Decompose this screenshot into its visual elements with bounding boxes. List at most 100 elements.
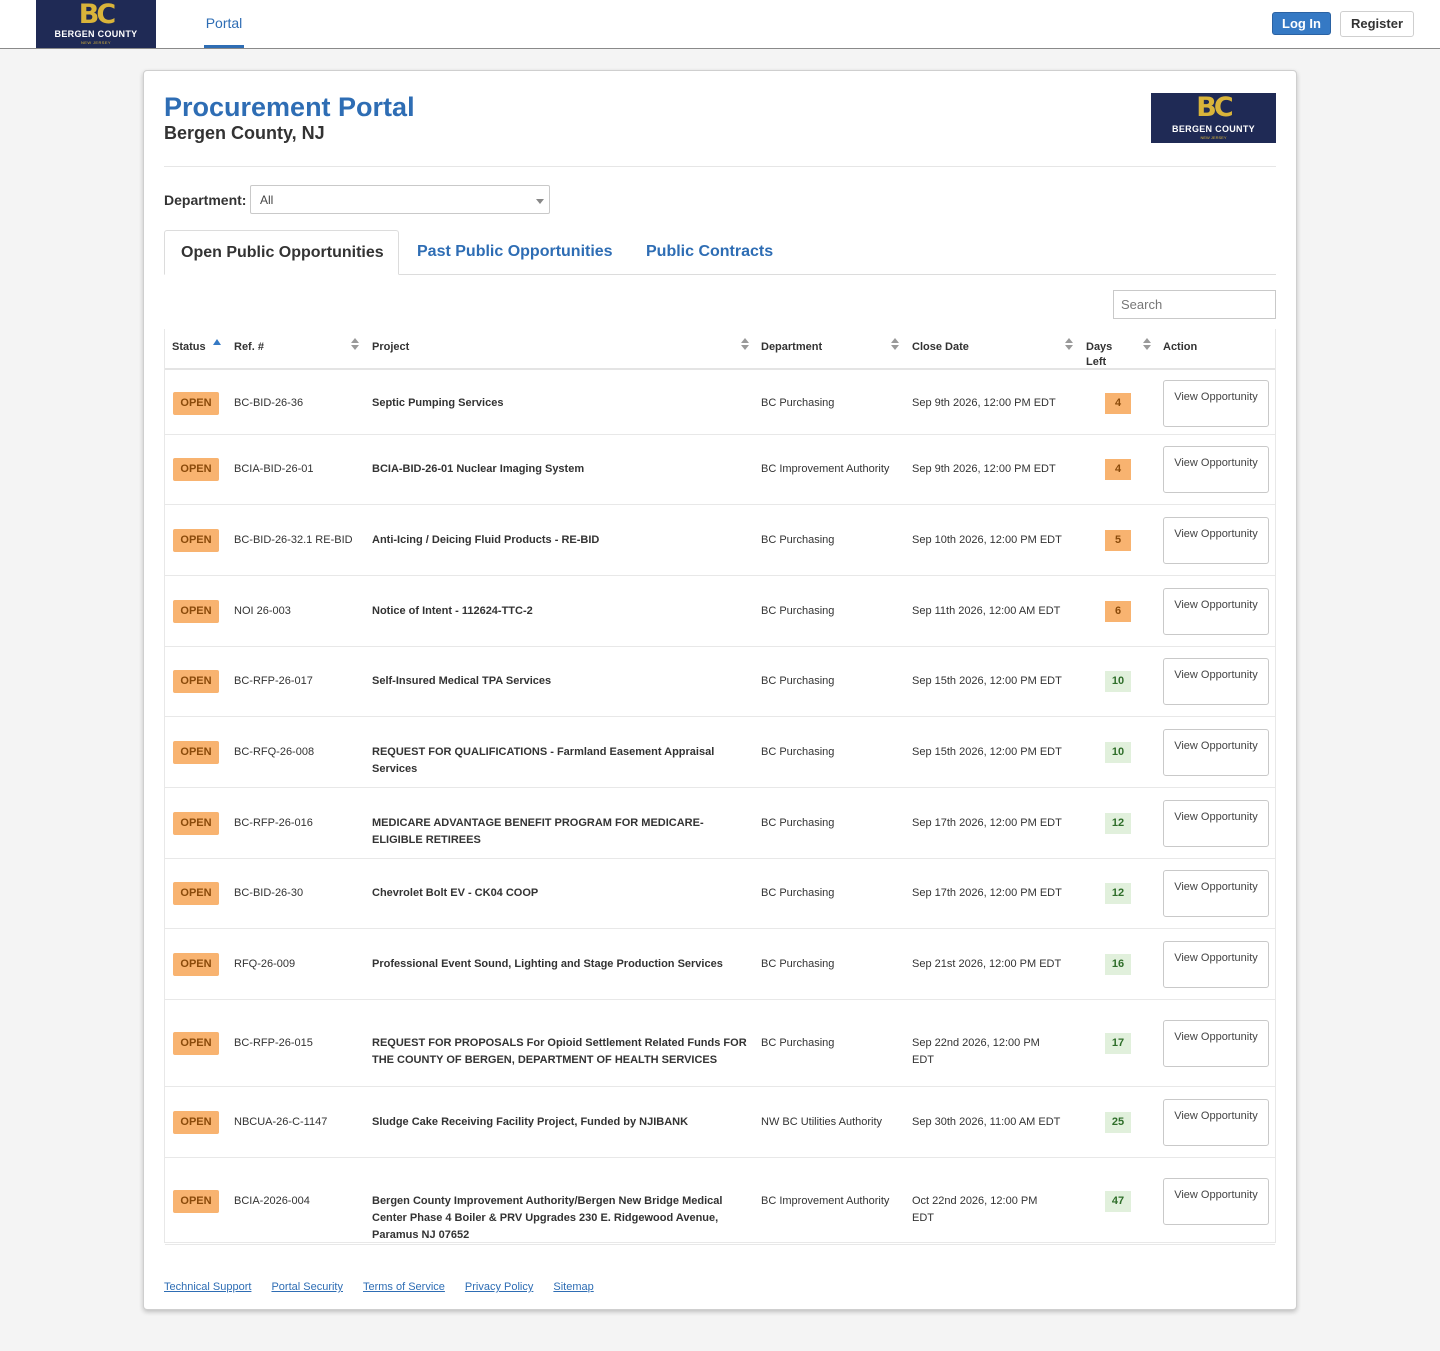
close-date: Sep 11th 2026, 12:00 AM EDT xyxy=(912,605,1061,617)
department-name: NW BC Utilities Authority xyxy=(761,1116,883,1128)
tab-public-contracts[interactable]: Public Contracts xyxy=(646,230,773,275)
footer-link-portal-security[interactable]: Portal Security xyxy=(271,1281,343,1293)
sort-icon[interactable] xyxy=(1143,338,1151,352)
view-opportunity-button[interactable]: View Opportunity xyxy=(1163,1099,1269,1146)
sort-icon[interactable] xyxy=(891,338,899,352)
ref-number: RFQ-26-009 xyxy=(234,958,296,970)
department-name: BC Purchasing xyxy=(761,534,835,546)
status-badge: OPEN xyxy=(173,1032,219,1055)
sort-ascending-icon[interactable] xyxy=(213,339,221,345)
status-badge: OPEN xyxy=(173,529,219,552)
view-opportunity-button[interactable]: View Opportunity xyxy=(1163,517,1269,564)
project-title: Bergen County Improvement Authority/Berg… xyxy=(372,1195,723,1241)
ref-number: BC-BID-26-36 xyxy=(234,397,304,409)
project-title: REQUEST FOR PROPOSALS For Opioid Settlem… xyxy=(372,1037,747,1066)
close-date: Sep 17th 2026, 12:00 PM EDT xyxy=(912,887,1062,899)
department-name: BC Purchasing xyxy=(761,605,835,617)
view-opportunity-button[interactable]: View Opportunity xyxy=(1163,729,1269,776)
department-name: BC Improvement Authority xyxy=(761,1195,890,1207)
nav-tab-portal[interactable]: Portal xyxy=(204,0,244,48)
ref-number: BC-BID-26-30 xyxy=(234,887,304,899)
project-title: Septic Pumping Services xyxy=(372,397,504,409)
ref-number: NBCUA-26-C-1147 xyxy=(234,1116,328,1128)
tab-past-public-opportunities[interactable]: Past Public Opportunities xyxy=(417,230,613,275)
opportunities-table: Status Ref. # Project Department Close D… xyxy=(164,329,1276,1245)
project-title: Notice of Intent - 112624-TTC-2 xyxy=(372,605,533,617)
footer-link-terms-of-service[interactable]: Terms of Service xyxy=(363,1281,445,1293)
login-button[interactable]: Log In xyxy=(1272,12,1331,35)
department-name: BC Purchasing xyxy=(761,746,835,758)
department-name: BC Purchasing xyxy=(761,887,835,899)
table-row: OPEN NBCUA-26-C-1147 Sludge Cake Receiving… xyxy=(165,1087,1275,1158)
table-row: OPEN BCIA-2026-004 Bergen County Improveme… xyxy=(165,1158,1275,1245)
close-date: Sep 21st 2026, 12:00 PM EDT xyxy=(912,958,1062,970)
table-row: OPEN BC-BID-26-32.1 RE-BID Anti-Icing / De… xyxy=(165,505,1275,576)
page-subtitle: Bergen County, NJ xyxy=(164,123,325,143)
table-row: OPEN BC-RFP-26-016 MEDICARE ADVANTAGE BENE… xyxy=(165,788,1275,859)
status-badge: OPEN xyxy=(173,600,219,623)
column-header-department[interactable]: Department xyxy=(761,340,822,355)
main-card: Procurement Portal Bergen County, NJ BC … xyxy=(143,70,1297,1310)
table-row: OPEN RFQ-26-009 Professional Event Sound, … xyxy=(165,929,1275,1000)
footer-link-sitemap[interactable]: Sitemap xyxy=(553,1281,593,1293)
ref-number: BC-RFQ-26-008 xyxy=(234,746,315,758)
logo-name: BERGEN COUNTY xyxy=(54,29,138,39)
column-header-ref[interactable]: Ref. # xyxy=(234,340,264,355)
project-title: Professional Event Sound, Lighting and S… xyxy=(372,958,723,970)
sort-icon[interactable] xyxy=(741,338,749,352)
days-left-badge: 12 xyxy=(1105,883,1131,904)
department-name: BC Purchasing xyxy=(761,1037,835,1049)
department-select[interactable]: All xyxy=(250,185,550,214)
sort-icon[interactable] xyxy=(1065,338,1073,352)
footer-link-technical-support[interactable]: Technical Support xyxy=(164,1281,251,1293)
days-left-badge: 47 xyxy=(1105,1191,1131,1212)
days-left-badge: 10 xyxy=(1105,742,1131,763)
ref-number: NOI 26-003 xyxy=(234,605,291,617)
status-badge: OPEN xyxy=(173,392,219,415)
project-title: REQUEST FOR QUALIFICATIONS - Farmland Ea… xyxy=(372,746,715,775)
department-name: BC Purchasing xyxy=(761,817,835,829)
column-header-days-left[interactable]: Days Left xyxy=(1086,340,1120,370)
logo-sub: NEW JERSEY xyxy=(80,40,111,45)
table-row: OPEN BCIA-BID-26-01 BCIA-BID-26-01 Nuclear… xyxy=(165,435,1275,505)
chevron-down-icon xyxy=(536,199,544,204)
sort-icon[interactable] xyxy=(351,338,359,352)
close-date: Sep 22nd 2026, 12:00 PM EDT xyxy=(912,1037,1040,1066)
department-label: Department: xyxy=(164,192,247,208)
footer-link-privacy-policy[interactable]: Privacy Policy xyxy=(465,1281,533,1293)
view-opportunity-button[interactable]: View Opportunity xyxy=(1163,658,1269,705)
column-header-close-date[interactable]: Close Date xyxy=(912,340,969,355)
bergen-county-logo[interactable]: BC BERGEN COUNTY NEW JERSEY xyxy=(36,0,156,48)
status-badge: OPEN xyxy=(173,741,219,764)
status-badge: OPEN xyxy=(173,882,219,905)
close-date: Sep 15th 2026, 12:00 PM EDT xyxy=(912,675,1062,687)
view-opportunity-button[interactable]: View Opportunity xyxy=(1163,588,1269,635)
search-input[interactable] xyxy=(1113,290,1276,319)
status-badge: OPEN xyxy=(173,1190,219,1213)
view-opportunity-button[interactable]: View Opportunity xyxy=(1163,1178,1269,1225)
table-header: Status Ref. # Project Department Close D… xyxy=(165,329,1275,370)
header-divider xyxy=(164,166,1276,167)
view-opportunity-button[interactable]: View Opportunity xyxy=(1163,380,1269,427)
view-opportunity-button[interactable]: View Opportunity xyxy=(1163,1020,1269,1067)
close-date: Sep 15th 2026, 12:00 PM EDT xyxy=(912,746,1062,758)
view-opportunity-button[interactable]: View Opportunity xyxy=(1163,800,1269,847)
close-date: Sep 9th 2026, 12:00 PM EDT xyxy=(912,397,1056,409)
tab-open-public-opportunities[interactable]: Open Public Opportunities xyxy=(164,230,399,275)
view-opportunity-button[interactable]: View Opportunity xyxy=(1163,941,1269,988)
days-left-badge: 6 xyxy=(1105,601,1131,622)
column-header-project[interactable]: Project xyxy=(372,340,409,355)
view-opportunity-button[interactable]: View Opportunity xyxy=(1163,446,1269,493)
status-badge: OPEN xyxy=(173,953,219,976)
department-name: BC Purchasing xyxy=(761,958,835,970)
days-left-badge: 10 xyxy=(1105,671,1131,692)
register-button[interactable]: Register xyxy=(1340,11,1414,37)
close-date: Sep 9th 2026, 12:00 PM EDT xyxy=(912,463,1056,475)
bergen-county-logo-large: BC BERGEN COUNTY NEW JERSEY xyxy=(1151,93,1276,143)
table-row: OPEN NOI 26-003 Notice of Intent - 112624-… xyxy=(165,576,1275,647)
table-row: OPEN BC-BID-26-36 Septic Pumping Services B… xyxy=(165,372,1275,435)
days-left-badge: 12 xyxy=(1105,813,1131,834)
view-opportunity-button[interactable]: View Opportunity xyxy=(1163,870,1269,917)
column-header-status[interactable]: Status xyxy=(172,340,206,355)
table-row: OPEN BC-RFQ-26-008 REQUEST FOR QUALIFICATI… xyxy=(165,717,1275,788)
